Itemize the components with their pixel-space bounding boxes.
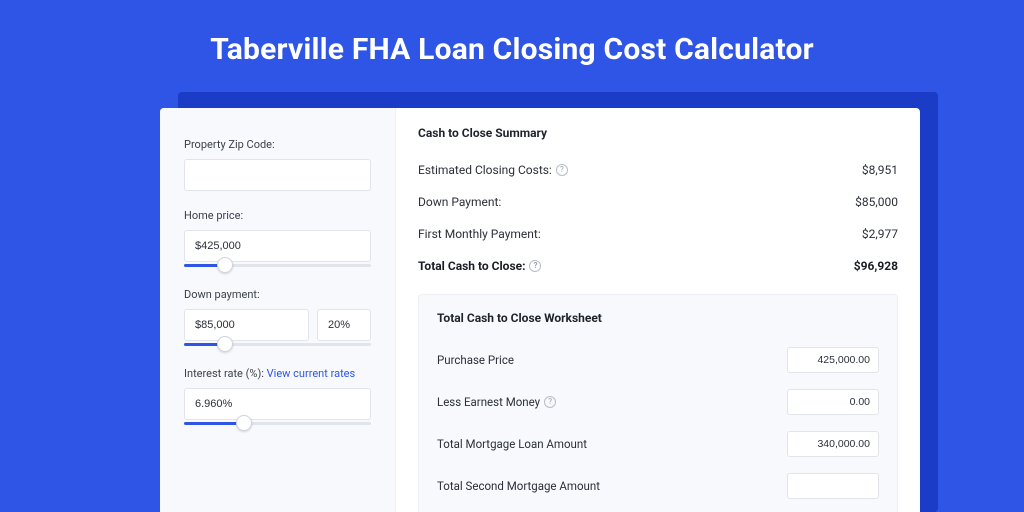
worksheet-row-purchase-price: Purchase Price <box>437 339 879 381</box>
home-price-label: Home price: <box>184 209 371 222</box>
interest-rate-field: Interest rate (%): View current rates <box>184 367 371 428</box>
summary-label-text: First Monthly Payment: <box>418 227 541 241</box>
home-price-input[interactable] <box>184 230 371 262</box>
slider-thumb[interactable] <box>217 257 233 273</box>
help-icon[interactable]: ? <box>556 164 568 176</box>
worksheet-input-purchase-price[interactable] <box>787 347 879 373</box>
down-payment-input[interactable] <box>184 309 309 341</box>
zip-field: Property Zip Code: <box>184 138 371 191</box>
interest-rate-slider[interactable] <box>184 418 371 428</box>
cash-to-close-summary: Cash to Close Summary Estimated Closing … <box>418 126 898 282</box>
down-payment-pct-input[interactable] <box>317 309 371 341</box>
down-payment-label: Down payment: <box>184 288 371 301</box>
worksheet-title: Total Cash to Close Worksheet <box>437 311 879 325</box>
summary-row-first-payment: First Monthly Payment: $2,977 <box>418 218 898 250</box>
inputs-sidebar: Property Zip Code: Home price: Down paym… <box>160 108 396 512</box>
zip-label: Property Zip Code: <box>184 138 371 151</box>
worksheet-row-second-mortgage: Total Second Mortgage Amount <box>437 465 879 507</box>
slider-thumb[interactable] <box>236 415 252 431</box>
worksheet-input-earnest-money[interactable] <box>787 389 879 415</box>
worksheet-label-text: Less Earnest Money <box>437 395 540 409</box>
view-rates-link[interactable]: View current rates <box>267 367 356 380</box>
home-price-field: Home price: <box>184 209 371 270</box>
worksheet-label-text: Purchase Price <box>437 353 514 367</box>
interest-rate-label: Interest rate (%): View current rates <box>184 367 371 380</box>
interest-rate-label-text: Interest rate (%): <box>184 367 264 380</box>
summary-value: $2,977 <box>862 227 898 241</box>
help-icon[interactable]: ? <box>544 396 556 408</box>
summary-value: $96,928 <box>854 259 898 273</box>
interest-rate-input[interactable] <box>184 388 371 420</box>
zip-input[interactable] <box>184 159 371 191</box>
summary-row-closing-costs: Estimated Closing Costs: ? $8,951 <box>418 154 898 186</box>
summary-row-total: Total Cash to Close: ? $96,928 <box>418 250 898 282</box>
summary-label-text: Down Payment: <box>418 195 501 209</box>
summary-title: Cash to Close Summary <box>418 126 898 140</box>
down-payment-field: Down payment: <box>184 288 371 349</box>
worksheet-input-mortgage-amount[interactable] <box>787 431 879 457</box>
home-price-slider[interactable] <box>184 260 371 270</box>
worksheet-row-earnest-money: Less Earnest Money ? <box>437 381 879 423</box>
help-icon[interactable]: ? <box>529 260 541 272</box>
worksheet-row-mortgage-amount: Total Mortgage Loan Amount <box>437 423 879 465</box>
page-title: Taberville FHA Loan Closing Cost Calcula… <box>0 0 1024 87</box>
worksheet-input-second-mortgage[interactable] <box>787 473 879 499</box>
summary-label-text: Total Cash to Close: <box>418 259 525 273</box>
calculator-card: Property Zip Code: Home price: Down paym… <box>160 108 920 512</box>
summary-value: $85,000 <box>855 195 898 209</box>
summary-row-down-payment: Down Payment: $85,000 <box>418 186 898 218</box>
worksheet-label-text: Total Second Mortgage Amount <box>437 479 600 493</box>
summary-label-text: Estimated Closing Costs: <box>418 163 552 177</box>
worksheet-label-text: Total Mortgage Loan Amount <box>437 437 587 451</box>
results-panel: Cash to Close Summary Estimated Closing … <box>396 108 920 512</box>
down-payment-slider[interactable] <box>184 339 371 349</box>
summary-value: $8,951 <box>862 163 898 177</box>
worksheet-panel: Total Cash to Close Worksheet Purchase P… <box>418 294 898 512</box>
slider-thumb[interactable] <box>217 336 233 352</box>
